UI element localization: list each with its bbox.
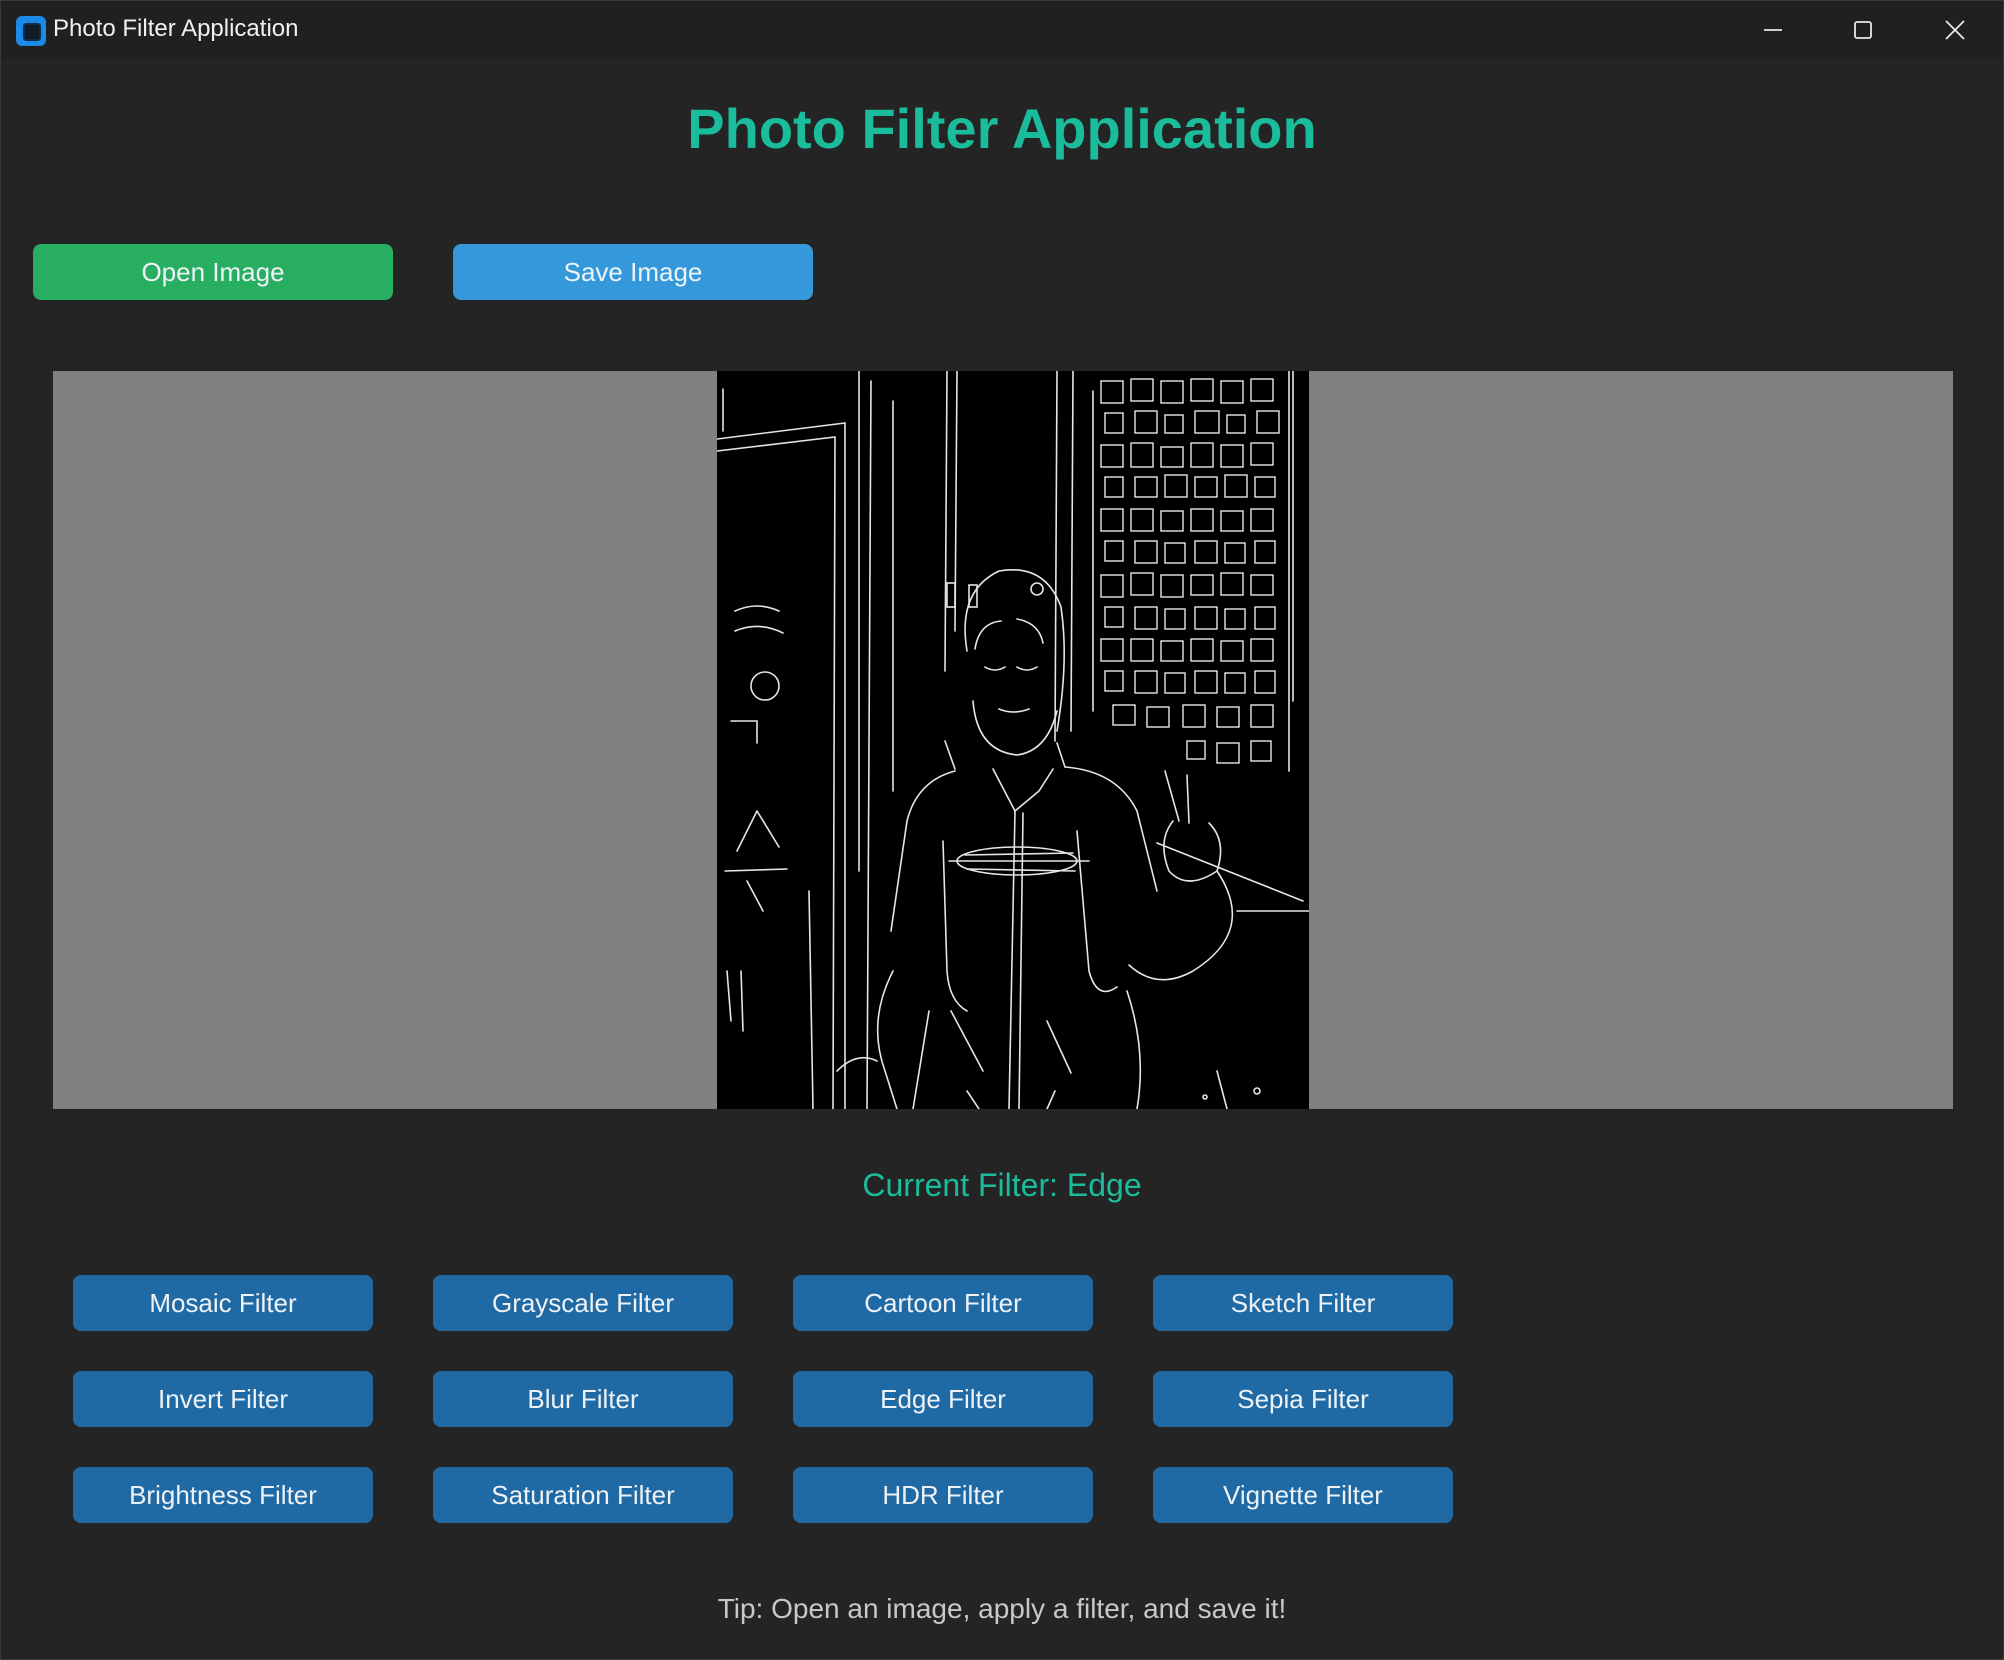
save-image-button[interactable]: Save Image — [453, 244, 813, 300]
cartoon-filter-button[interactable]: Cartoon Filter — [793, 1275, 1093, 1331]
page-title: Photo Filter Application — [687, 97, 1317, 160]
hdr-filter-button[interactable]: HDR Filter — [793, 1467, 1093, 1523]
mosaic-filter-button[interactable]: Mosaic Filter — [73, 1275, 373, 1331]
maximize-button[interactable] — [1817, 1, 1909, 58]
edge-image — [716, 371, 1310, 1109]
sketch-filter-button[interactable]: Sketch Filter — [1153, 1275, 1453, 1331]
preview-image — [716, 371, 1310, 1109]
app-window: Photo Filter Application Photo Filter Ap… — [0, 0, 2004, 1660]
minimize-button[interactable] — [1727, 1, 1819, 58]
tip-text: Tip: Open an image, apply a filter, and … — [717, 1593, 1287, 1624]
title-bar[interactable]: Photo Filter Application — [1, 1, 2003, 58]
app-icon — [16, 16, 46, 46]
blur-filter-button[interactable]: Blur Filter — [433, 1371, 733, 1427]
grayscale-filter-button[interactable]: Grayscale Filter — [433, 1275, 733, 1331]
sepia-filter-button[interactable]: Sepia Filter — [1153, 1371, 1453, 1427]
current-filter-label: Current Filter: Edge — [862, 1167, 1142, 1203]
open-image-button[interactable]: Open Image — [33, 244, 393, 300]
close-icon — [1945, 19, 1965, 40]
image-preview-canvas — [53, 371, 1953, 1109]
close-button[interactable] — [1909, 1, 2001, 58]
invert-filter-button[interactable]: Invert Filter — [73, 1371, 373, 1427]
edge-filter-button[interactable]: Edge Filter — [793, 1371, 1093, 1427]
maximize-icon — [1854, 20, 1872, 39]
saturation-filter-button[interactable]: Saturation Filter — [433, 1467, 733, 1523]
window-title: Photo Filter Application — [53, 15, 299, 42]
vignette-filter-button[interactable]: Vignette Filter — [1153, 1467, 1453, 1523]
minimize-icon — [1764, 28, 1782, 31]
brightness-filter-button[interactable]: Brightness Filter — [73, 1467, 373, 1523]
